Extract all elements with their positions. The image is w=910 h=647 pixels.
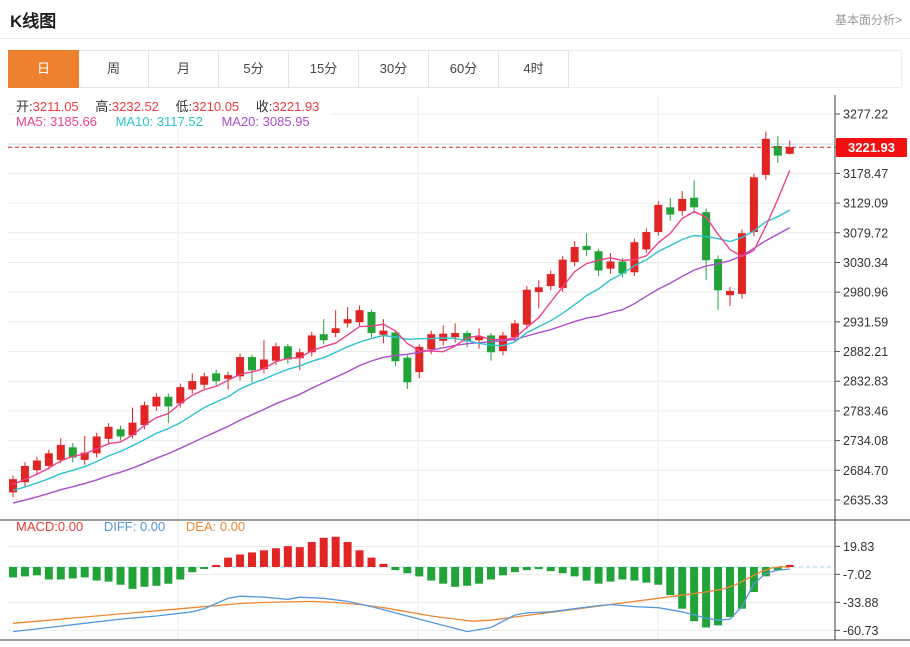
price-axis: 3277.22 3178.47 3129.09 3079.72 3030.34 2980.… [835, 108, 888, 508]
low-value: 3210.05 [192, 99, 239, 114]
tab-4hour[interactable]: 4时 [499, 50, 569, 88]
y-axis-label: 3129.09 [843, 197, 888, 211]
y-axis-label: 3178.47 [843, 167, 888, 181]
y-axis-label: 2882.21 [843, 345, 888, 359]
ma10-line [13, 210, 790, 491]
ma10-label: MA10: [116, 114, 154, 129]
y-axis-label: 2635.33 [843, 494, 888, 508]
ma5-value: 3185.66 [50, 114, 97, 129]
tab-bar-filler [569, 50, 902, 88]
open-label: 开: [16, 99, 33, 114]
tab-day[interactable]: 日 [8, 50, 79, 88]
ma5-line [13, 170, 790, 484]
ma20-label: MA20: [221, 114, 259, 129]
ma5-label: MA5: [16, 114, 46, 129]
dea-label: DEA: [186, 519, 216, 534]
diff-value: 0.00 [140, 519, 165, 534]
y-axis-label: 2980.96 [843, 286, 888, 300]
y-axis-label: 2783.46 [843, 404, 888, 418]
ma10-value: 3117.52 [157, 114, 203, 129]
tab-week[interactable]: 周 [79, 50, 149, 88]
kline-chart-canvas[interactable]: 3277.22 3178.47 3129.09 3079.72 3030.34 2980.… [0, 92, 910, 645]
y-axis-label: 3079.72 [843, 226, 888, 240]
high-value: 3232.52 [112, 99, 159, 114]
macd-axis: 19.83 -7.02 -33.88 -60.73 [835, 540, 878, 638]
tab-30min[interactable]: 30分 [359, 50, 429, 88]
chart-svg[interactable]: 3277.22 3178.47 3129.09 3079.72 3030.34 2980.… [0, 92, 910, 645]
ma20-line [13, 228, 790, 503]
header-divider [0, 38, 910, 39]
low-label: 低: [176, 99, 193, 114]
fundamental-analysis-link[interactable]: 基本面分析> [835, 11, 902, 28]
macd-label: MACD: [16, 519, 58, 534]
macd-axis-label: -7.02 [843, 568, 872, 582]
tab-60min[interactable]: 60分 [429, 50, 499, 88]
ma20-value: 3085.95 [263, 114, 310, 129]
dea-value: 0.00 [220, 519, 245, 534]
y-axis-label: 2832.83 [843, 375, 888, 389]
ohlc-readout: 开:3211.05 高:3232.52 低:3210.05 收:3221.93 [16, 96, 332, 115]
tab-month[interactable]: 月 [149, 50, 219, 88]
macd-readout: MACD:0.00 DIFF: 0.00 DEA: 0.00 [16, 519, 262, 534]
macd-axis-label: -33.88 [843, 596, 878, 610]
macd-axis-label: 19.83 [843, 540, 874, 554]
tab-5min[interactable]: 5分 [219, 50, 289, 88]
period-tabs: 日 周 月 5分 15分 30分 60分 4时 [8, 50, 902, 88]
kline-widget: K线图 基本面分析> 日 周 月 5分 15分 30分 60分 4时 3277.… [0, 0, 910, 647]
close-label: 收: [256, 99, 273, 114]
candles-layer [9, 132, 794, 498]
y-axis-label: 2931.59 [843, 315, 888, 329]
y-axis-label: 3277.22 [843, 108, 888, 122]
macd-axis-label: -60.73 [843, 624, 878, 638]
high-label: 高: [95, 99, 112, 114]
tab-15min[interactable]: 15分 [289, 50, 359, 88]
page-title: K线图 [10, 7, 56, 32]
y-axis-label: 2734.08 [843, 434, 888, 448]
close-value: 3221.93 [272, 99, 319, 114]
ma-readout: MA5: 3185.66 MA10: 3117.52 MA20: 3085.95 [16, 114, 325, 129]
current-price-badge: 3221.93 [836, 138, 907, 157]
macd-value: 0.00 [58, 519, 83, 534]
panel-borders [0, 95, 910, 640]
open-value: 3211.05 [33, 99, 79, 114]
y-axis-label: 3030.34 [843, 256, 888, 270]
diff-label: DIFF: [104, 519, 137, 534]
y-axis-label: 2684.70 [843, 464, 888, 478]
